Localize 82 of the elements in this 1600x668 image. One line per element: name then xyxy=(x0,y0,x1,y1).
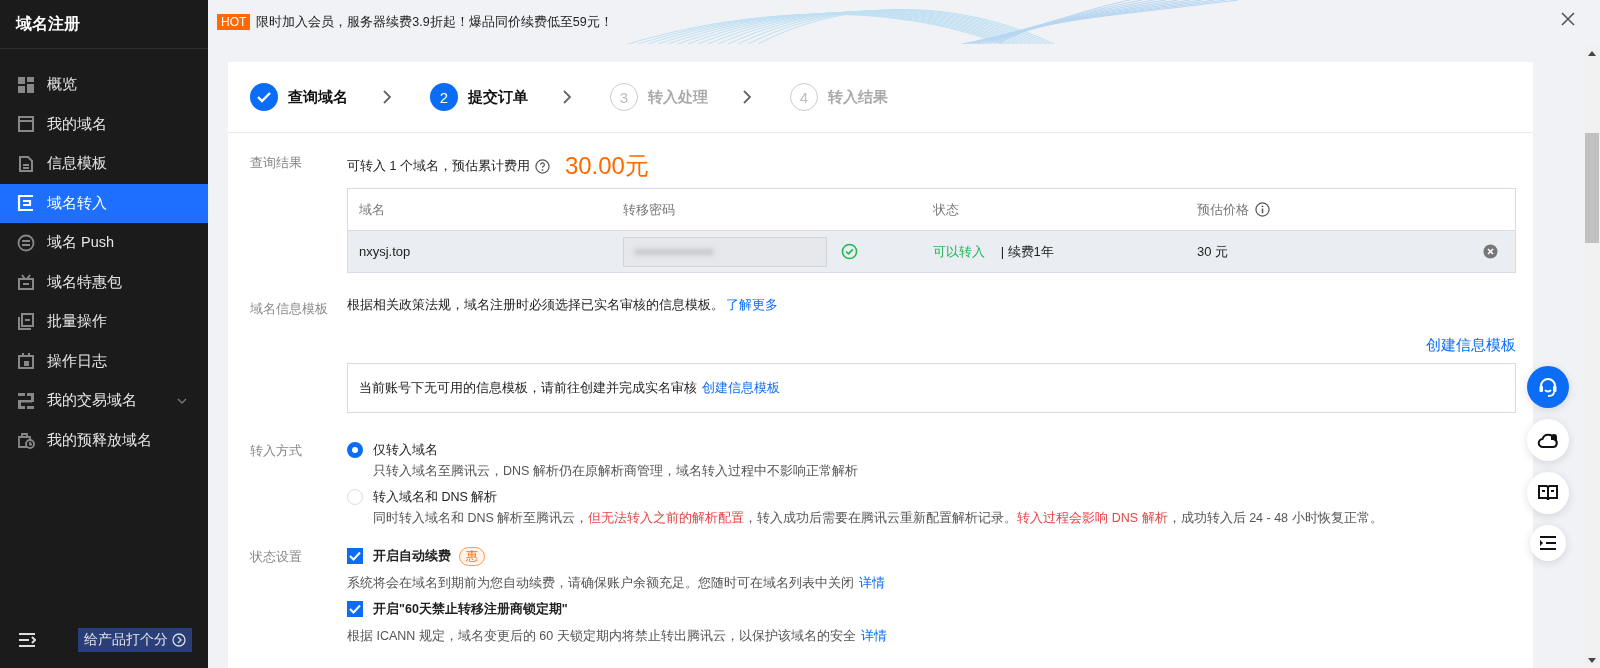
chevron-right-icon xyxy=(742,90,752,104)
sidebar-item[interactable]: 操作日志 xyxy=(0,341,208,381)
help-icon[interactable] xyxy=(534,158,550,174)
field-label: 转入方式 xyxy=(250,443,303,460)
radio-button[interactable] xyxy=(347,442,363,458)
column-header: 域名 xyxy=(359,200,385,219)
scroll-down-icon[interactable] xyxy=(1586,656,1597,664)
scrollbar[interactable] xyxy=(1583,44,1600,668)
table-cell: 30 元 xyxy=(1197,242,1229,261)
sidebar-item[interactable]: 我的预释放域名 xyxy=(0,420,208,460)
details-link[interactable]: 详情 xyxy=(861,629,888,643)
create-template-link[interactable]: 创建信息模板 xyxy=(1426,336,1516,355)
sidebar-item[interactable]: 域名转入 xyxy=(0,183,208,223)
outline-button[interactable] xyxy=(1530,525,1566,561)
option-description: 系统将会在域名到期前为您自动续费，请确保账户余额充足。您随时可在域名列表中关闭 详情 xyxy=(347,575,887,592)
chevron-right-icon xyxy=(562,90,572,104)
create-template-link[interactable]: 创建信息模板 xyxy=(702,380,781,395)
field-label: 状态设置 xyxy=(250,549,303,566)
transfer-code-field[interactable] xyxy=(623,236,827,267)
cloud-notification-button[interactable] xyxy=(1527,419,1569,461)
discount-tag: 惠 xyxy=(459,546,485,566)
menu-icon[interactable] xyxy=(18,632,36,648)
rate-product-link[interactable]: 给产品打个分 xyxy=(78,628,192,652)
learn-more-link[interactable]: 了解更多 xyxy=(726,298,778,312)
hot-badge: HOT xyxy=(217,14,251,30)
sidebar-item[interactable]: 概览 xyxy=(0,65,208,105)
empty-template-text: 当前账号下无可用的信息模板，请前往创建并完成实名审核 创建信息模板 xyxy=(359,379,781,397)
headset-icon xyxy=(1537,376,1559,398)
scrollbar-thumb[interactable] xyxy=(1584,133,1599,243)
indent-list-icon xyxy=(1539,535,1557,551)
info-icon[interactable] xyxy=(1255,202,1270,217)
step-label: 转入处理 xyxy=(648,87,708,107)
option-description: 只转入域名至腾讯云，DNS 解析仍在原解析商管理，域名转入过程中不影响正常解析 xyxy=(372,463,859,480)
gift-box-icon xyxy=(17,273,35,292)
column-header: 转移密码 xyxy=(623,200,675,219)
checkbox-label: 开启"60天禁止转移注册商锁定期" xyxy=(373,600,568,618)
swap-icon xyxy=(17,391,35,410)
sidebar-item[interactable]: 域名 Push xyxy=(0,223,208,263)
step-label: 查询域名 xyxy=(288,87,348,107)
step-label: 转入结果 xyxy=(828,87,888,107)
column-header: 预估价格 xyxy=(1197,200,1249,219)
promo-text[interactable]: 限时加入会员，服务器续费3.9折起！爆品同价续费低至59元！ xyxy=(256,13,613,31)
sidebar-item[interactable]: 域名特惠包 xyxy=(0,262,208,302)
policy-text: 根据相关政策法规，域名注册时必须选择已实名审核的信息模板。 了解更多 xyxy=(347,297,779,314)
table-cell: nxysj.top xyxy=(359,244,411,259)
column-header: 状态 xyxy=(933,200,959,219)
checkbox[interactable] xyxy=(347,601,363,617)
sidebar-item[interactable]: 信息模板 xyxy=(0,144,208,184)
bag-clock-icon xyxy=(17,431,35,450)
total-price: 30.00元 xyxy=(564,151,649,181)
remove-icon[interactable] xyxy=(1483,244,1498,259)
document-icon xyxy=(17,154,35,173)
window-icon xyxy=(17,115,35,134)
option-label: 仅转入域名 xyxy=(373,441,438,459)
field-label: 域名信息模板 xyxy=(250,301,329,318)
summary-text: 可转入 1 个域名，预估累计费用 xyxy=(347,157,530,175)
sidebar-item[interactable]: 我的交易域名 xyxy=(0,381,208,421)
close-icon[interactable] xyxy=(1561,12,1575,26)
field-label: 查询结果 xyxy=(250,155,303,172)
book-icon xyxy=(1537,483,1559,503)
option-label: 转入域名和 DNS 解析 xyxy=(373,488,498,506)
circle-swap-icon xyxy=(17,233,35,252)
grid-icon xyxy=(17,75,35,94)
renewal-text: | 续费1年 xyxy=(1000,242,1054,261)
option-description: 同时转入域名和 DNS 解析至腾讯云，但无法转入之前的解析配置，转入成功后需要在腾讯云重新配置解析记录。转入过程会影响 DNS 解析，成功转入后 24 - 48 小时恢复正常。 xyxy=(372,510,1384,527)
sidebar-item[interactable]: 批量操作 xyxy=(0,302,208,342)
docs-button[interactable] xyxy=(1527,472,1569,514)
sidebar-item[interactable]: 我的域名 xyxy=(0,104,208,144)
transfer-icon xyxy=(17,194,35,213)
option-description: 根据 ICANN 规定，域名变更后的 60 天锁定期内将禁止转出腾讯云，以保护该域名的安全 详情 xyxy=(347,628,889,645)
details-link[interactable]: 详情 xyxy=(859,576,886,590)
calendar-icon xyxy=(17,352,35,371)
step-number: 2 xyxy=(430,83,458,111)
support-button[interactable] xyxy=(1527,366,1569,408)
chevron-right-icon xyxy=(382,90,392,104)
checkbox[interactable] xyxy=(347,548,363,564)
step-label: 提交订单 xyxy=(468,87,528,107)
arrow-circle-icon xyxy=(172,633,186,647)
scroll-up-icon[interactable] xyxy=(1586,50,1597,58)
status-text: 可以转入 xyxy=(933,242,985,261)
copy-icon xyxy=(17,312,35,331)
checkbox-label: 开启自动续费 xyxy=(373,547,451,565)
